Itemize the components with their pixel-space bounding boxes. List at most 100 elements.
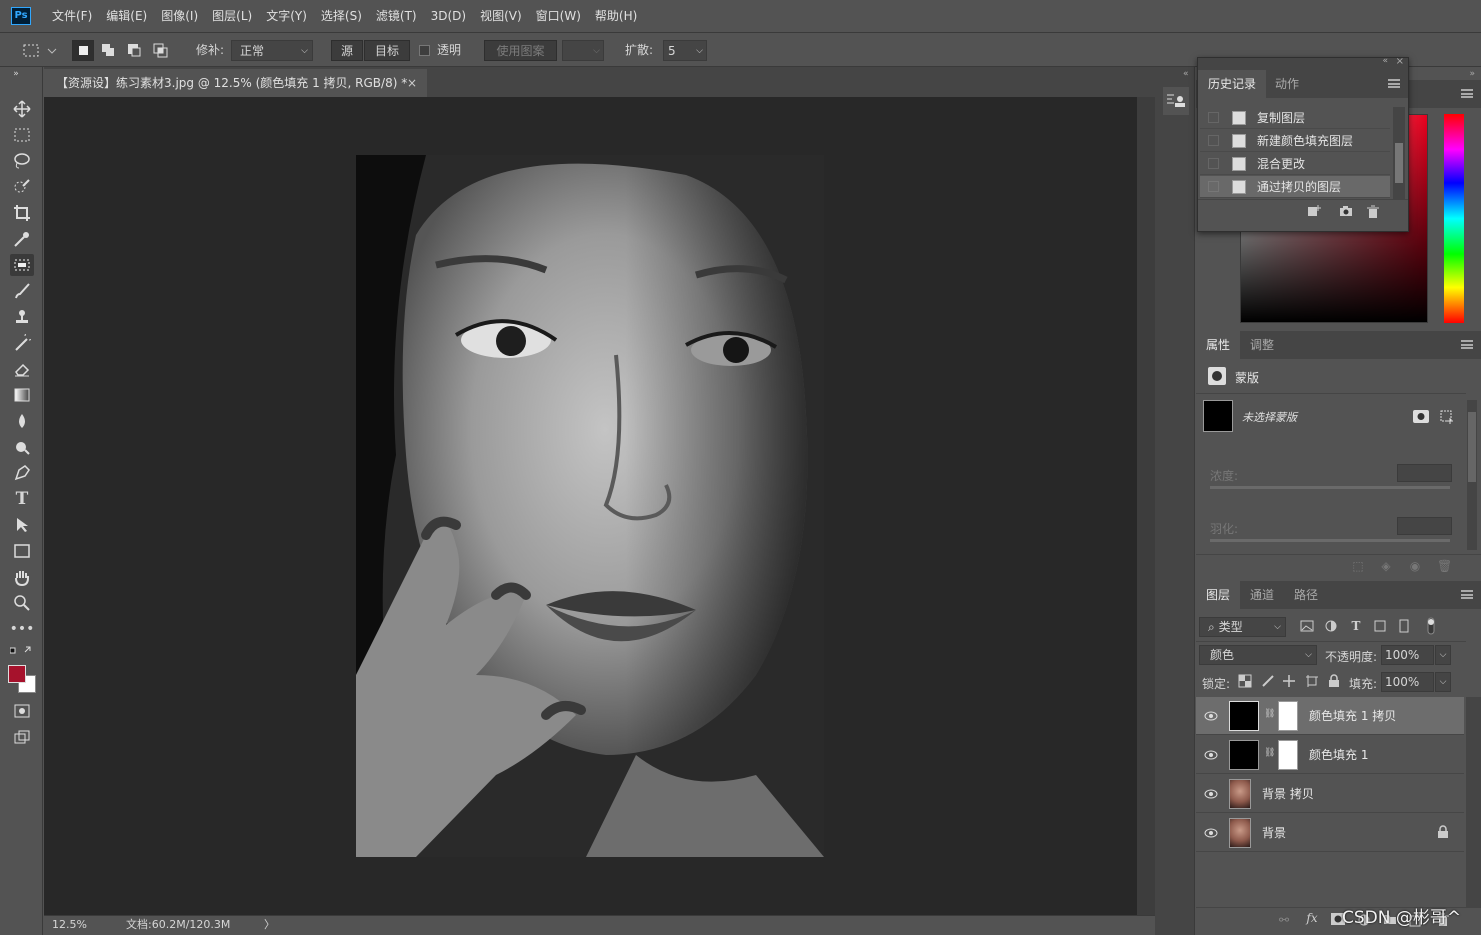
path-selection-tool-icon[interactable] (10, 514, 34, 536)
layer-name[interactable]: 颜色填充 1 (1309, 736, 1368, 774)
tab-paths[interactable]: 路径 (1284, 581, 1328, 609)
menu-layer[interactable]: 图层(L) (205, 0, 259, 33)
blend-mode-select[interactable]: 颜色 ⌵ (1199, 645, 1317, 665)
layer-filter-select[interactable]: ⌕ 类型 ⌵ (1199, 617, 1286, 637)
history-brush-tool-icon[interactable] (10, 332, 34, 354)
menu-image[interactable]: 图像(I) (154, 0, 205, 33)
menu-type[interactable]: 文字(Y) (259, 0, 314, 33)
patch-tool-icon[interactable] (10, 254, 34, 276)
eyedropper-tool-icon[interactable] (10, 228, 34, 250)
fill-input[interactable]: 100% (1381, 672, 1434, 692)
menu-select[interactable]: 选择(S) (314, 0, 369, 33)
panel-title-bar[interactable]: « × (1198, 56, 1408, 70)
panel-menu-icon[interactable] (1461, 590, 1473, 599)
link-icon[interactable]: ⛓ (1264, 709, 1275, 719)
tab-actions[interactable]: 动作 (1265, 70, 1309, 98)
apply-mask-icon[interactable]: ◈ (1379, 559, 1393, 573)
opacity-input[interactable]: 100% (1381, 645, 1434, 665)
document-image[interactable] (356, 155, 824, 857)
history-item[interactable]: 复制图层 (1200, 107, 1390, 129)
collapse-icon[interactable]: » (4, 69, 28, 79)
crop-tool-icon[interactable] (10, 202, 34, 224)
lock-artboard-icon[interactable] (1305, 674, 1319, 691)
history-item[interactable]: 混合更改 (1200, 153, 1390, 175)
menu-help[interactable]: 帮助(H) (588, 0, 644, 33)
hand-tool-icon[interactable] (10, 566, 34, 588)
intersect-selection-icon[interactable] (150, 40, 172, 61)
subtract-selection-icon[interactable] (124, 40, 146, 61)
panel-menu-icon[interactable] (1388, 79, 1400, 88)
repair-mode-select[interactable]: 正常 ⌵ (231, 40, 313, 61)
load-selection-icon[interactable]: ⬚ (1351, 559, 1365, 573)
camera-snapshot-icon[interactable] (1338, 205, 1354, 220)
tab-history[interactable]: 历史记录 (1198, 70, 1267, 98)
density-slider[interactable] (1210, 486, 1450, 489)
fx-icon[interactable]: fx (1304, 911, 1320, 925)
collapse-icon[interactable]: « (1382, 56, 1388, 66)
foreground-color-swatch[interactable] (8, 665, 26, 683)
menu-view[interactable]: 视图(V) (473, 0, 529, 33)
history-brush-source-checkbox[interactable] (1208, 181, 1219, 192)
history-scrollbar[interactable] (1393, 107, 1405, 199)
visibility-icon[interactable]: ◉ (1407, 559, 1423, 573)
link-icon[interactable]: ⛓ (1264, 748, 1275, 758)
filter-adjustment-icon[interactable] (1324, 619, 1338, 636)
lock-all-icon[interactable] (1327, 674, 1341, 691)
pixel-mask-icon[interactable] (1413, 410, 1429, 423)
pattern-picker[interactable]: ⌵ (562, 40, 604, 61)
lock-position-icon[interactable] (1282, 674, 1296, 691)
panel-menu-icon[interactable] (1461, 340, 1473, 349)
new-selection-icon[interactable] (72, 40, 94, 61)
close-document-icon[interactable]: × (407, 69, 417, 97)
layer-name[interactable]: 背景 (1262, 814, 1286, 852)
rectangle-tool-icon[interactable] (10, 540, 34, 562)
menu-3d[interactable]: 3D(D) (424, 0, 473, 33)
transparent-checkbox[interactable] (419, 40, 431, 61)
feather-input[interactable] (1397, 517, 1452, 535)
gradient-tool-icon[interactable] (10, 384, 34, 406)
layer-name[interactable]: 背景 拷贝 (1262, 775, 1314, 813)
brush-tool-icon[interactable] (10, 280, 34, 302)
feather-slider[interactable] (1210, 539, 1450, 542)
lock-transparent-icon[interactable] (1238, 674, 1252, 691)
layer-row[interactable]: 背景 拷贝 (1196, 775, 1464, 813)
tab-channels[interactable]: 通道 (1240, 581, 1284, 609)
tab-layers[interactable]: 图层 (1196, 581, 1241, 609)
marquee-tool-icon[interactable] (10, 124, 34, 146)
panel-menu-icon[interactable] (1461, 89, 1473, 98)
pen-tool-icon[interactable] (10, 462, 34, 484)
history-brush-source-checkbox[interactable] (1208, 158, 1219, 169)
tab-adjustments[interactable]: 调整 (1240, 331, 1284, 359)
fill-dropdown[interactable]: ⌵ (1435, 672, 1451, 692)
tool-preset-picker[interactable] (20, 40, 58, 61)
density-input[interactable] (1397, 464, 1452, 482)
history-panel-icon[interactable] (1163, 87, 1189, 115)
layer-name[interactable]: 颜色填充 1 拷贝 (1309, 697, 1396, 735)
collapse-icon[interactable]: » (1469, 69, 1475, 79)
type-tool-icon[interactable]: T (10, 488, 34, 510)
visibility-eye-icon[interactable] (1204, 748, 1218, 762)
document-tab[interactable]: 【资源设】练习素材3.jpg @ 12.5% (颜色填充 1 拷贝, RGB/8… (44, 69, 427, 97)
clone-stamp-tool-icon[interactable] (10, 306, 34, 328)
quick-selection-tool-icon[interactable] (10, 176, 34, 198)
menu-edit[interactable]: 编辑(E) (99, 0, 154, 33)
lock-pixels-icon[interactable] (1261, 674, 1275, 691)
collapse-icon[interactable]: « (1183, 69, 1189, 79)
blur-tool-icon[interactable] (10, 410, 34, 432)
opacity-dropdown[interactable]: ⌵ (1435, 645, 1451, 665)
swap-colors-icon[interactable] (10, 645, 34, 659)
history-brush-source-checkbox[interactable] (1208, 135, 1219, 146)
target-button[interactable]: 目标 (364, 40, 410, 61)
dodge-tool-icon[interactable] (10, 436, 34, 458)
link-layers-icon[interactable]: ⚯ (1276, 913, 1292, 927)
layer-row[interactable]: 背景 (1196, 814, 1464, 852)
zoom-level[interactable]: 12.5% (52, 916, 87, 934)
use-pattern-button[interactable]: 使用图案 (484, 40, 557, 61)
move-tool-icon[interactable] (10, 98, 34, 120)
lasso-tool-icon[interactable] (10, 150, 34, 172)
hue-slider[interactable] (1444, 114, 1464, 323)
layer-row[interactable]: ⛓ 颜色填充 1 (1196, 736, 1464, 774)
new-document-from-state-icon[interactable] (1306, 205, 1322, 220)
menu-file[interactable]: 文件(F) (45, 0, 99, 33)
menu-filter[interactable]: 滤镜(T) (369, 0, 424, 33)
